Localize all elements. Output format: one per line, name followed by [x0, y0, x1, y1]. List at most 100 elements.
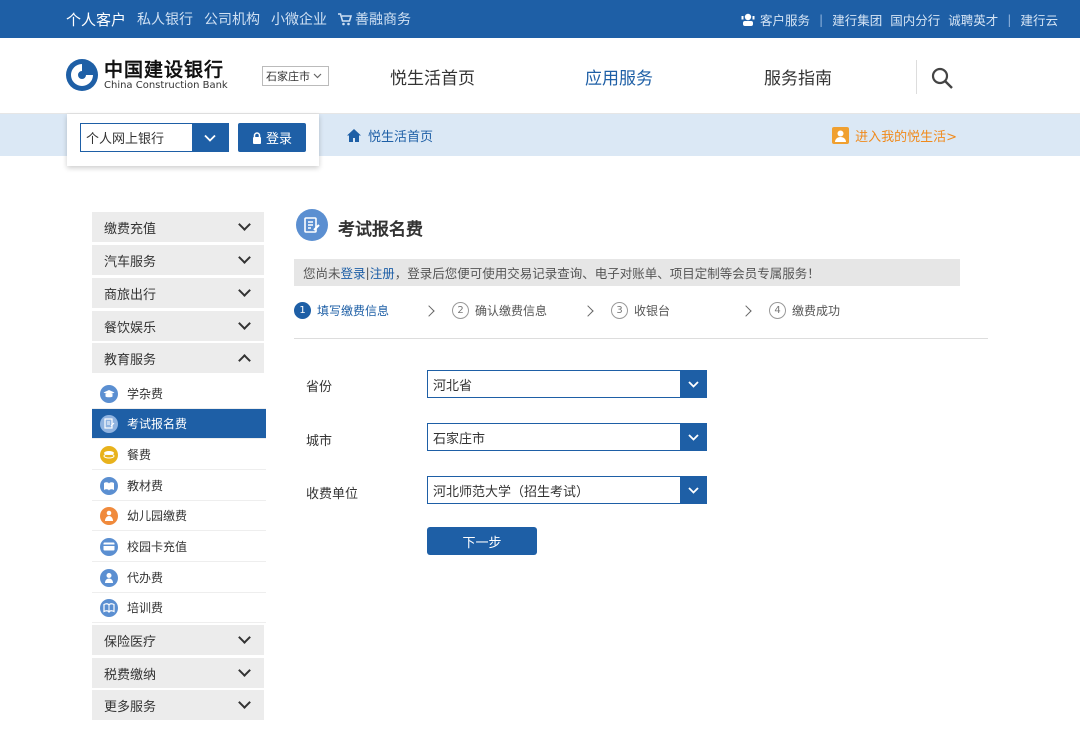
search-icon[interactable]	[930, 66, 954, 90]
ccb-logo[interactable]: 中国建设银行 China Construction Bank	[65, 58, 228, 92]
sidebar-item-label: 教材费	[127, 479, 164, 493]
sidebar-item-label: 考试报名费	[127, 417, 188, 431]
sidebar-cat-tax[interactable]: 税费缴纳	[92, 658, 264, 688]
breadcrumb[interactable]: 悦生活首页	[346, 126, 433, 145]
customer-type-nav: 个人客户 私人银行 公司机构 小微企业 善融商务	[66, 0, 411, 38]
nav-service-guide[interactable]: 服务指南	[764, 38, 832, 114]
kindergarten-icon	[100, 506, 118, 525]
nav-private-banking[interactable]: 私人银行	[137, 9, 193, 29]
ccb-group-link[interactable]: 建行集团	[832, 10, 882, 29]
chevron-down-icon	[204, 134, 216, 142]
sidebar-item-label: 餐费	[127, 448, 152, 462]
page-title: 考试报名费	[338, 220, 423, 240]
banking-channel-select[interactable]: 个人网上银行	[80, 123, 229, 152]
step-number: 4	[769, 302, 786, 319]
ccb-cloud-link[interactable]: 建行云	[1020, 10, 1058, 29]
province-label: 省份	[306, 380, 333, 395]
sidebar-item-label: 培训费	[127, 601, 164, 615]
campus-card-icon	[100, 537, 118, 556]
sidebar-item-textbook-fee[interactable]: 教材费	[92, 471, 266, 501]
top-bar: 个人客户 私人银行 公司机构 小微企业 善融商务 客户服务 | 建行集团 国内分…	[0, 0, 1080, 38]
customer-service-link[interactable]: 客户服务	[741, 10, 810, 29]
nav-personal[interactable]: 个人客户	[66, 9, 126, 30]
sidebar-cat-label: 教育服务	[104, 352, 157, 368]
domestic-branches-link[interactable]: 国内分行	[890, 10, 940, 29]
dropdown-button[interactable]	[192, 124, 228, 151]
banking-channel-value: 个人网上银行	[86, 132, 165, 147]
sidebar-cat-label: 餐饮娱乐	[104, 320, 157, 336]
chevron-right-icon	[423, 305, 435, 317]
sidebar-cat-dining[interactable]: 餐饮娱乐	[92, 311, 264, 341]
step-label: 填写缴费信息	[317, 304, 390, 318]
step-indicator: 1 填写缴费信息 2 确认缴费信息 3 收银台 4 缴费成功	[294, 302, 994, 322]
logo-english-name: China Construction Bank	[104, 79, 228, 91]
payee-label: 收费单位	[306, 487, 359, 502]
sidebar-cat-label: 更多服务	[104, 699, 157, 715]
sidebar-cat-label: 税费缴纳	[104, 667, 157, 683]
payee-select[interactable]: 河北师范大学（招生考试）	[427, 476, 707, 504]
city-selector-value: 石家庄市	[266, 70, 310, 83]
dropdown-button[interactable]	[680, 477, 706, 503]
chevron-down-icon	[238, 696, 251, 709]
chevron-right-icon	[582, 305, 594, 317]
nav-life-home[interactable]: 悦生活首页	[390, 38, 475, 114]
sidebar-cat-label: 保险医疗	[104, 634, 157, 650]
sidebar-cat-more[interactable]: 更多服务	[92, 690, 264, 720]
city-selector[interactable]: 石家庄市	[262, 66, 329, 86]
step-confirm-info: 2 确认缴费信息	[452, 302, 547, 319]
nav-app-services[interactable]: 应用服务	[585, 38, 653, 114]
chevron-down-icon	[238, 631, 251, 644]
my-life-link[interactable]: 进入我的悦生活>	[832, 126, 957, 145]
chevron-down-icon	[238, 218, 251, 231]
next-step-button[interactable]: 下一步	[427, 527, 537, 555]
dropdown-button[interactable]	[680, 424, 706, 450]
notice-register-link[interactable]: 注册	[370, 263, 395, 282]
step-number: 2	[452, 302, 469, 319]
dropdown-button[interactable]	[680, 371, 706, 397]
notice-suffix: ，登录后您便可使用交易记录查询、电子对账单、项目定制等会员专属服务！	[394, 266, 820, 281]
textbook-icon	[100, 476, 118, 495]
sidebar-item-agent-fee[interactable]: 代办费	[92, 563, 266, 593]
sidebar-cat-travel[interactable]: 商旅出行	[92, 278, 264, 308]
careers-link[interactable]: 诚聘英才	[948, 10, 998, 29]
province-select[interactable]: 河北省	[427, 370, 707, 398]
sidebar-item-tuition[interactable]: 学杂费	[92, 379, 266, 409]
login-notice: 您尚未 登录 | 注册 ，登录后您便可使用交易记录查询、电子对账单、项目定制等会…	[294, 259, 960, 286]
payee-value: 河北师范大学（招生考试）	[433, 484, 590, 500]
step-label: 收银台	[634, 304, 671, 318]
step-fill-info: 1 填写缴费信息	[294, 302, 389, 319]
step-success: 4 缴费成功	[769, 302, 840, 319]
login-panel: 个人网上银行 登录	[67, 114, 319, 166]
divider: |	[1007, 11, 1012, 27]
login-button[interactable]: 登录	[238, 123, 306, 152]
sidebar-cat-label: 缴费充值	[104, 221, 157, 237]
cart-icon	[338, 12, 353, 25]
step-number: 1	[294, 302, 311, 319]
nav-shanrong[interactable]: 善融商务	[338, 9, 411, 29]
sidebar-cat-payment-topup[interactable]: 缴费充值	[92, 212, 264, 242]
notice-login-link[interactable]: 登录	[341, 263, 366, 282]
sidebar-cat-education[interactable]: 教育服务	[92, 343, 264, 373]
sidebar-item-meal-fee[interactable]: 餐费	[92, 440, 266, 470]
city-value: 石家庄市	[433, 431, 486, 447]
training-book-icon	[100, 598, 118, 617]
sidebar-cat-label: 汽车服务	[104, 254, 157, 270]
chevron-down-icon	[238, 284, 251, 297]
city-select[interactable]: 石家庄市	[427, 423, 707, 451]
agent-fee-icon	[100, 568, 118, 587]
sidebar-item-kindergarten[interactable]: 幼儿园缴费	[92, 501, 266, 531]
sidebar-item-campus-card[interactable]: 校园卡充值	[92, 532, 266, 562]
sidebar-cat-insurance[interactable]: 保险医疗	[92, 625, 264, 655]
exam-form-icon	[296, 209, 328, 241]
sidebar-item-label: 学杂费	[127, 387, 164, 401]
sidebar-item-training-fee[interactable]: 培训费	[92, 593, 266, 623]
sidebar-item-label: 幼儿园缴费	[127, 509, 188, 523]
nav-small-business[interactable]: 小微企业	[271, 9, 327, 29]
sidebar-cat-auto[interactable]: 汽车服务	[92, 245, 264, 275]
sidebar-item-label: 校园卡充值	[127, 540, 188, 554]
nav-corporate[interactable]: 公司机构	[204, 9, 260, 29]
user-icon	[832, 127, 850, 144]
chevron-down-icon	[313, 73, 322, 79]
sidebar-item-exam-fee[interactable]: 考试报名费	[92, 409, 266, 439]
chevron-down-icon	[238, 664, 251, 677]
